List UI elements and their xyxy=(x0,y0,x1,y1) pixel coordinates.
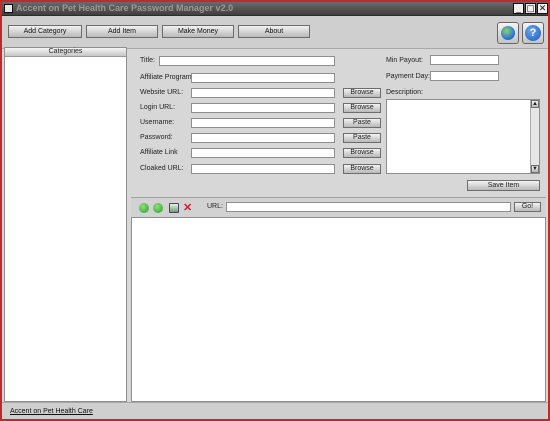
affiliate-program-label: Affiliate Program: xyxy=(140,74,194,81)
close-button[interactable]: ✕ xyxy=(537,3,548,14)
website-url-input[interactable] xyxy=(191,88,335,98)
website-button[interactable] xyxy=(497,22,519,44)
back-icon[interactable] xyxy=(139,203,149,213)
make-money-button[interactable]: Make Money xyxy=(162,25,234,38)
add-category-button[interactable]: Add Category xyxy=(8,25,82,38)
main-toolbar: Add Category Add Item Make Money About ? xyxy=(2,16,548,49)
login-url-input[interactable] xyxy=(191,103,335,113)
affiliate-link-label: Affiliate Link xyxy=(140,149,178,156)
minimize-button[interactable]: _ xyxy=(513,3,524,14)
categories-header: Categories xyxy=(5,48,126,57)
url-input[interactable] xyxy=(226,202,511,212)
website-browse-button[interactable]: Browse xyxy=(343,88,381,98)
website-url-label: Website URL: xyxy=(140,89,184,96)
description-textarea[interactable]: ▲ ▼ xyxy=(386,99,540,174)
username-input[interactable] xyxy=(191,118,335,128)
scroll-up-icon[interactable]: ▲ xyxy=(531,100,539,108)
cloaked-url-label: Cloaked URL: xyxy=(140,165,184,172)
go-button[interactable]: Go! xyxy=(514,202,541,212)
min-payout-label: Min Payout: xyxy=(386,57,423,64)
affiliate-link-browse-button[interactable]: Browse xyxy=(343,148,381,158)
stop-icon[interactable]: ✕ xyxy=(183,203,193,214)
help-button[interactable]: ? xyxy=(522,22,544,44)
title-bar: Accent on Pet Health Care Password Manag… xyxy=(2,2,548,16)
password-paste-button[interactable]: Paste xyxy=(343,133,381,143)
scroll-down-icon[interactable]: ▼ xyxy=(531,165,539,173)
add-item-button[interactable]: Add Item xyxy=(86,25,158,38)
save-item-button[interactable]: Save Item xyxy=(467,180,540,191)
window-title: Accent on Pet Health Care Password Manag… xyxy=(16,3,234,13)
username-paste-button[interactable]: Paste xyxy=(343,118,381,128)
about-button[interactable]: About xyxy=(238,25,310,38)
cloaked-url-browse-button[interactable]: Browse xyxy=(343,164,381,174)
help-icon: ? xyxy=(525,25,541,41)
browser-toolbar: ✕ URL: Go! xyxy=(131,197,546,217)
cloaked-url-input[interactable] xyxy=(191,164,335,174)
password-input[interactable] xyxy=(191,133,335,143)
url-label: URL: xyxy=(207,203,223,210)
status-bar: Accent on Pet Health Care xyxy=(2,402,548,419)
browser-view[interactable] xyxy=(131,217,546,402)
login-url-label: Login URL: xyxy=(140,104,176,111)
payment-day-input[interactable] xyxy=(430,71,499,81)
payment-day-label: Payment Day: xyxy=(386,73,430,80)
categories-panel[interactable]: Categories xyxy=(4,47,127,402)
login-browse-button[interactable]: Browse xyxy=(343,103,381,113)
title-input[interactable] xyxy=(159,56,335,66)
refresh-icon[interactable] xyxy=(169,203,179,213)
min-payout-input[interactable] xyxy=(430,55,499,65)
description-label: Description: xyxy=(386,89,423,96)
globe-icon xyxy=(501,26,515,40)
affiliate-program-input[interactable] xyxy=(191,73,335,83)
username-label: Username: xyxy=(140,119,175,126)
affiliate-link-input[interactable] xyxy=(191,148,335,158)
description-scrollbar[interactable]: ▲ ▼ xyxy=(530,100,539,173)
app-window: Accent on Pet Health Care Password Manag… xyxy=(0,0,550,421)
title-label: Title: xyxy=(140,57,155,64)
forward-icon[interactable] xyxy=(153,203,163,213)
maximize-button[interactable]: ▢ xyxy=(525,3,536,14)
accent-pet-health-link[interactable]: Accent on Pet Health Care xyxy=(10,408,93,415)
app-icon xyxy=(4,4,13,13)
password-label: Password: xyxy=(140,134,173,141)
